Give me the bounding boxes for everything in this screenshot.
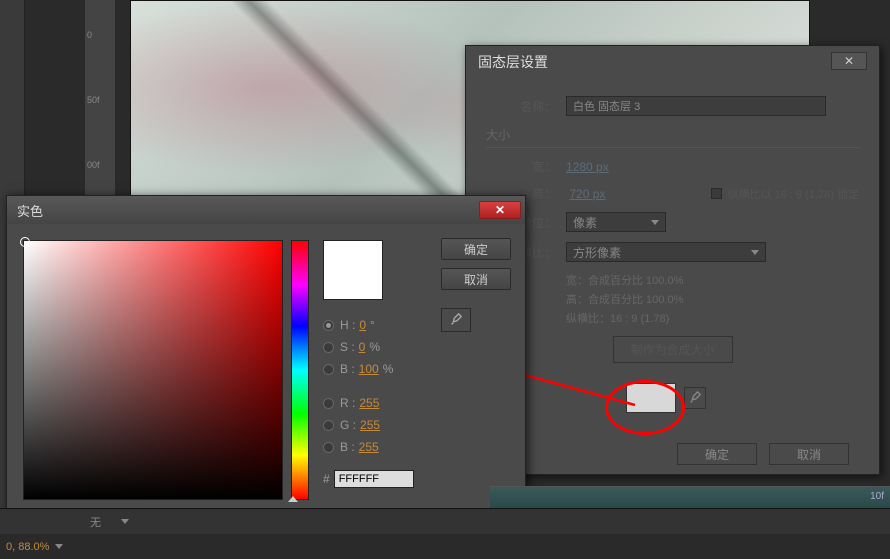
info-ratio: 纵横比：16 : 9 (1.78) — [566, 310, 859, 326]
timeline-dropdown[interactable]: 无 — [90, 514, 101, 530]
g-label: G : — [340, 418, 356, 432]
solid-settings-dialog: 固态层设置 ✕ 名称： 大小 宽： 1280 px 高： 720 px 纵横比以… — [465, 45, 880, 475]
lock-aspect-label: 纵横比以 16 : 9 (1.78) 锁定 — [728, 186, 859, 202]
bb-value[interactable]: 255 — [359, 440, 379, 454]
r-value[interactable]: 255 — [359, 396, 379, 410]
chevron-down-icon — [751, 250, 759, 255]
r-label: R : — [340, 396, 355, 410]
hue-slider-handle[interactable] — [288, 496, 298, 502]
info-height: 高：合成百分比 100.0% — [566, 291, 859, 307]
color-picker-titlebar[interactable]: 实色 ✕ — [7, 196, 525, 224]
chevron-down-icon — [121, 519, 129, 524]
eyedropper-icon[interactable] — [684, 387, 706, 409]
cancel-button[interactable]: 取消 — [769, 443, 849, 465]
chevron-down-icon — [55, 544, 63, 549]
ok-button[interactable]: 确定 — [441, 238, 511, 260]
b-value[interactable]: 100 — [359, 362, 379, 376]
lock-aspect-checkbox[interactable] — [711, 188, 722, 199]
solid-dialog-titlebar[interactable]: 固态层设置 ✕ — [466, 46, 879, 78]
s-value[interactable]: 0 — [359, 340, 366, 354]
ok-button[interactable]: 确定 — [677, 443, 757, 465]
r-radio[interactable] — [323, 398, 334, 409]
bb-radio[interactable] — [323, 442, 334, 453]
name-label: 名称： — [486, 98, 556, 115]
b-label: B : — [340, 362, 355, 376]
info-width: 宽：合成百分比 100.0% — [566, 272, 859, 288]
cancel-button[interactable]: 取消 — [441, 268, 511, 290]
color-picker-title: 实色 — [17, 201, 43, 220]
chevron-down-icon — [651, 220, 659, 225]
color-preview — [323, 240, 383, 300]
solid-name-input[interactable] — [566, 96, 826, 116]
width-value[interactable]: 1280 px — [566, 160, 609, 174]
hue-slider[interactable] — [291, 240, 309, 500]
unit-select[interactable]: 像素 — [566, 212, 666, 232]
g-value[interactable]: 255 — [360, 418, 380, 432]
width-label: 宽： — [486, 158, 556, 175]
color-picker-dialog: 实色 ✕ H : 0 ° S : 0 % B : — [6, 195, 526, 520]
g-radio[interactable] — [323, 420, 334, 431]
h-value[interactable]: 0 — [359, 318, 366, 332]
h-label: H : — [340, 318, 355, 332]
color-swatch[interactable] — [626, 383, 676, 413]
size-group-label: 大小 — [486, 126, 859, 148]
vertical-ruler: 0 50f 00f — [85, 0, 115, 200]
bb-label: B : — [340, 440, 355, 454]
zoom-level[interactable]: 0, 88.0% — [6, 541, 49, 553]
b-radio[interactable] — [323, 364, 334, 375]
s-label: S : — [340, 340, 355, 354]
eyedropper-icon[interactable] — [441, 308, 471, 332]
s-radio[interactable] — [323, 342, 334, 353]
timeline-panel[interactable]: 无 0, 88.0% — [0, 508, 890, 558]
hex-input[interactable] — [334, 470, 414, 488]
height-value[interactable]: 720 px — [569, 187, 605, 201]
hash-label: # — [323, 472, 330, 486]
saturation-value-field[interactable] — [23, 240, 283, 500]
h-radio[interactable] — [323, 320, 334, 331]
solid-dialog-title: 固态层设置 — [478, 52, 548, 72]
sv-cursor-icon — [20, 237, 30, 247]
pixel-aspect-select[interactable]: 方形像素 — [566, 242, 766, 262]
time-ruler[interactable]: 10f — [490, 486, 890, 508]
close-icon[interactable]: ✕ — [479, 201, 521, 219]
make-comp-size-button[interactable]: 制作为合成大小 — [613, 336, 733, 363]
close-icon[interactable]: ✕ — [831, 52, 867, 70]
